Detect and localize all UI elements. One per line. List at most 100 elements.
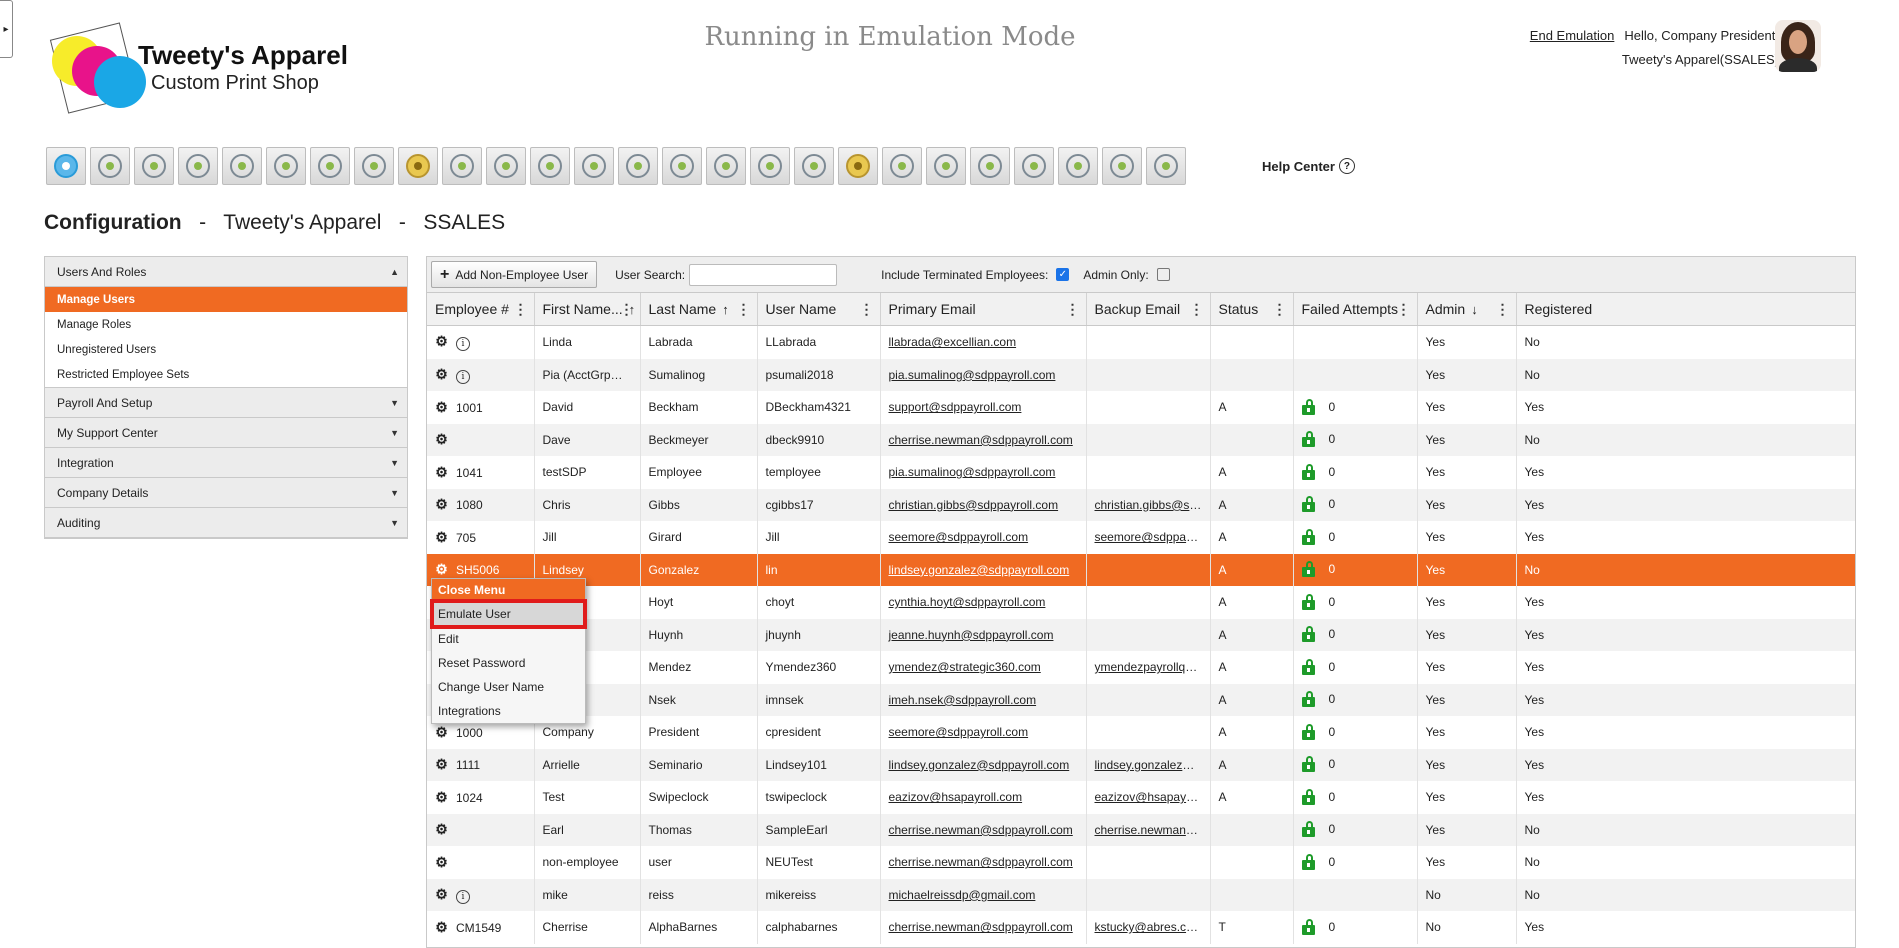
sort-desc-icon[interactable]: ↓ xyxy=(1471,302,1478,317)
toolbar-button-23[interactable] xyxy=(1014,147,1054,185)
unlock-icon[interactable] xyxy=(1301,561,1315,578)
column-menu-icon[interactable]: ⋮ xyxy=(860,301,874,318)
gear-icon[interactable]: ⚙ xyxy=(435,789,448,806)
column-header[interactable]: Registered xyxy=(1516,293,1855,326)
backup-email-link[interactable]: kstucky@abres.com xyxy=(1095,920,1203,934)
sort-asc-icon[interactable]: ↑ xyxy=(722,302,729,317)
table-row[interactable]: ⚙ 705 Jill Girard Jill seemore@sdppayroll.com… xyxy=(427,521,1855,554)
unlock-icon[interactable] xyxy=(1301,593,1315,610)
context-menu-change-user-name[interactable]: Change User Name xyxy=(432,675,585,699)
primary-email-link[interactable]: lindsey.gonzalez@sdppayroll.com xyxy=(889,758,1070,772)
toolbar-button-7[interactable] xyxy=(310,147,350,185)
gear-icon[interactable]: ⚙ xyxy=(435,756,448,773)
primary-email-link[interactable]: cynthia.hoyt@sdppayroll.com xyxy=(889,595,1046,609)
table-row[interactable]: ⚙hiaHoytchoytcynthia.hoyt@sdppayroll.com… xyxy=(427,586,1855,619)
column-header[interactable]: Failed Attempts ⋮ xyxy=(1293,293,1418,326)
gear-icon[interactable]: ⚙ xyxy=(435,496,448,513)
column-header[interactable]: Status ⋮ xyxy=(1210,293,1294,326)
column-menu-icon[interactable]: ⋮ xyxy=(620,301,634,318)
toolbar-button-14[interactable] xyxy=(618,147,658,185)
column-header[interactable]: Admin ↓ ⋮ xyxy=(1417,293,1517,326)
context-menu-emulate-user[interactable]: Emulate User xyxy=(430,599,587,629)
table-row[interactable]: ⚙ 1024 Test Swipeclock tswipeclock eazizov@hs… xyxy=(427,781,1855,814)
column-menu-icon[interactable]: ⋮ xyxy=(1273,301,1287,318)
gear-icon[interactable]: ⚙ xyxy=(435,561,448,578)
toolbar-button-17[interactable] xyxy=(750,147,790,185)
gear-icon[interactable]: ⚙ xyxy=(435,821,448,838)
column-menu-icon[interactable]: ⋮ xyxy=(1190,301,1204,318)
gear-icon[interactable]: ⚙ xyxy=(435,333,448,350)
context-menu-edit[interactable]: Edit xyxy=(432,627,585,651)
toolbar-button-5[interactable] xyxy=(222,147,262,185)
table-row[interactable]: ⚙sHuynhjhuynhjeanne.huynh@sdppayroll.com… xyxy=(427,618,1855,651)
toolbar-button-20[interactable] xyxy=(882,147,922,185)
side-panel-toggle[interactable]: ▸ xyxy=(0,0,13,58)
column-menu-icon[interactable]: ⋮ xyxy=(1066,301,1080,318)
table-row[interactable]: ⚙ 1001 David Beckham DBeckham4321 support@sdp… xyxy=(427,391,1855,424)
column-menu-icon[interactable]: ⋮ xyxy=(1496,301,1510,318)
gear-icon[interactable]: ⚙ xyxy=(435,724,448,741)
toolbar-button-13[interactable] xyxy=(574,147,614,185)
gear-icon[interactable]: ⚙ xyxy=(435,366,448,383)
backup-email-link[interactable]: seemore@sdppayroll.... xyxy=(1095,530,1210,544)
primary-email-link[interactable]: ymendez@strategic360.com xyxy=(889,660,1041,674)
gear-icon[interactable]: ⚙ xyxy=(435,919,448,936)
admin-only-checkbox[interactable] xyxy=(1156,268,1170,281)
include-terminated-checkbox[interactable]: ✓ xyxy=(1056,268,1070,281)
table-row[interactable]: ⚙ Dave Beckmeyer dbeck9910 cherrise.newman@s… xyxy=(427,423,1855,456)
column-header[interactable]: User Name ⋮ xyxy=(757,293,881,326)
gear-icon[interactable]: ⚙ xyxy=(435,854,448,871)
unlock-icon[interactable] xyxy=(1301,431,1315,448)
unlock-icon[interactable] xyxy=(1301,658,1315,675)
toolbar-button-18[interactable] xyxy=(794,147,834,185)
sidebar-group-0[interactable]: Users And Roles ▲ xyxy=(45,257,407,287)
table-row[interactable]: ⚙ CM1549 Cherrise AlphaBarnes calphabarnes ch… xyxy=(427,911,1855,944)
sidebar-item[interactable]: Restricted Employee Sets xyxy=(45,362,407,387)
unlock-icon[interactable] xyxy=(1301,853,1315,870)
primary-email-link[interactable]: cherrise.newman@sdppayroll.com xyxy=(889,920,1073,934)
toolbar-button-24[interactable] xyxy=(1058,147,1098,185)
context-menu-integrations[interactable]: Integrations xyxy=(432,699,585,723)
toolbar-button-6[interactable] xyxy=(266,147,306,185)
info-icon[interactable]: i xyxy=(456,337,470,352)
backup-email-link[interactable]: lindsey.gonzalez@sdp... xyxy=(1095,758,1210,772)
primary-email-link[interactable]: seemore@sdppayroll.com xyxy=(889,530,1029,544)
primary-email-link[interactable]: cherrise.newman@sdppayroll.com xyxy=(889,855,1073,869)
gear-icon[interactable]: ⚙ xyxy=(435,399,448,416)
primary-email-link[interactable]: jeanne.huynh@sdppayroll.com xyxy=(889,628,1054,642)
gear-icon[interactable]: ⚙ xyxy=(435,431,448,448)
table-row[interactable]: ⚙ SH5006 Lindsey Gonzalez lin lindsey.gonzale… xyxy=(427,553,1855,586)
info-icon[interactable]: i xyxy=(456,889,470,904)
table-row[interactable]: ⚙ i Pia (AcctGrpMgr) Sumalinog psumali2018 pi… xyxy=(427,358,1855,391)
primary-email-link[interactable]: cherrise.newman@sdppayroll.com xyxy=(889,823,1073,837)
company-logo[interactable]: Tweety's Apparel Custom Print Shop xyxy=(48,22,368,114)
column-menu-icon[interactable]: ⋮ xyxy=(1397,301,1411,318)
backup-email-link[interactable]: cherrise.newman@gm... xyxy=(1095,823,1210,837)
primary-email-link[interactable]: cherrise.newman@sdppayroll.com xyxy=(889,433,1073,447)
primary-email-link[interactable]: imeh.nsek@sdppayroll.com xyxy=(889,693,1037,707)
toolbar-button-22[interactable] xyxy=(970,147,1010,185)
toolbar-button-15[interactable] xyxy=(662,147,702,185)
table-row[interactable]: ⚙ non-employee user NEUTest cherrise.newman@… xyxy=(427,846,1855,879)
toolbar-button-12[interactable] xyxy=(530,147,570,185)
sidebar-group-2[interactable]: My Support Center ▼ xyxy=(45,418,407,448)
unlock-icon[interactable] xyxy=(1301,821,1315,838)
end-emulation-link[interactable]: End Emulation xyxy=(1530,28,1615,43)
primary-email-link[interactable]: support@sdppayroll.com xyxy=(889,400,1022,414)
unlock-icon[interactable] xyxy=(1301,463,1315,480)
primary-email-link[interactable]: lindsey.gonzalez@sdppayroll.com xyxy=(889,563,1070,577)
toolbar-button-8[interactable] xyxy=(354,147,394,185)
user-search-input[interactable] xyxy=(689,263,838,286)
context-menu-reset-password[interactable]: Reset Password xyxy=(432,651,585,675)
sidebar-group-4[interactable]: Company Details ▼ xyxy=(45,478,407,508)
sidebar-item[interactable]: Manage Users xyxy=(45,287,407,312)
sidebar-item[interactable]: Manage Roles xyxy=(45,312,407,337)
gear-icon[interactable]: ⚙ xyxy=(435,464,448,481)
backup-email-link[interactable]: ymendezpayrollqueen... xyxy=(1095,660,1210,674)
table-row[interactable]: ⚙ i Linda Labrada LLabrada llabrada@excellian… xyxy=(427,325,1855,359)
table-row[interactable]: ⚙ Earl Thomas SampleEarl cherrise.newman@sdp… xyxy=(427,813,1855,846)
unlock-icon[interactable] xyxy=(1301,918,1315,935)
gear-icon[interactable]: ⚙ xyxy=(435,529,448,546)
unlock-icon[interactable] xyxy=(1301,528,1315,545)
info-icon[interactable]: i xyxy=(456,369,470,384)
